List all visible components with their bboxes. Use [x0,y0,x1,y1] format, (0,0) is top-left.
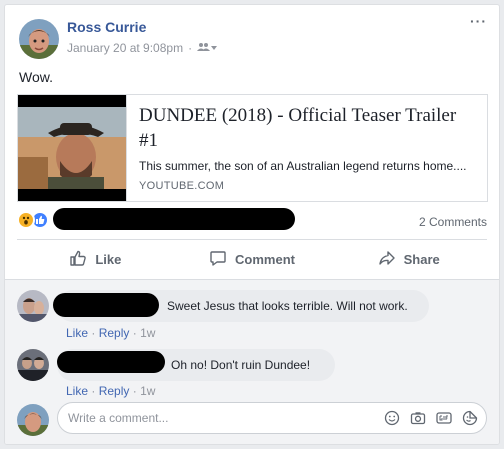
reactions-summary[interactable] [17,211,49,229]
share-icon [378,249,396,270]
thumbs-up-icon [69,249,87,270]
link-description: This summer, the son of an Australian le… [139,159,467,173]
comment-button[interactable]: Comment [174,243,331,275]
comment-text: Sweet Jesus that looks terrible. Will no… [167,299,408,313]
divider [17,239,487,240]
post-meta: January 20 at 9:08pm · [67,41,218,55]
comment-label: Comment [235,251,295,267]
gif-icon[interactable] [436,410,452,426]
author-avatar[interactable] [19,19,59,59]
comment-actions: Like · Reply · 1w [66,384,155,398]
wow-reaction-icon [17,211,35,229]
video-thumbnail[interactable] [18,95,126,201]
comment-time[interactable]: 1w [140,326,155,340]
post-text: Wow. [19,69,53,85]
comments-section: Sweet Jesus that looks terrible. Will no… [5,279,499,444]
link-domain: YOUTUBE.COM [139,180,225,192]
link-preview[interactable]: DUNDEE (2018) - Official Teaser Trailer … [17,94,488,202]
comment-like-link[interactable]: Like [66,326,88,340]
meta-separator: · [188,41,193,55]
post-timestamp[interactable]: January 20 at 9:08pm [67,41,183,55]
comment-input-placeholder: Write a comment... [68,411,169,425]
like-label: Like [95,251,122,267]
separator: · [91,326,96,340]
current-user-avatar[interactable] [17,404,49,436]
post-actions: Like Comment Share [17,243,487,275]
emoji-icon[interactable] [384,410,400,426]
commenter-avatar[interactable] [17,290,49,322]
comment-reply-link[interactable]: Reply [99,384,130,398]
link-title[interactable]: DUNDEE (2018) - Official Teaser Trailer … [139,103,477,153]
sticker-icon[interactable] [462,410,478,426]
like-button[interactable]: Like [17,243,174,275]
author-name[interactable]: Ross Currie [67,19,146,35]
commenter-avatar[interactable] [17,349,49,381]
comment-like-link[interactable]: Like [66,384,88,398]
comments-count[interactable]: 2 Comments [419,215,487,229]
comment-actions: Like · Reply · 1w [66,326,155,340]
redacted-names [53,208,295,230]
camera-icon[interactable] [410,410,426,426]
comment-input[interactable]: Write a comment... [57,402,487,434]
comment-reply-link[interactable]: Reply [99,326,130,340]
composer-icons [384,410,478,426]
separator: · [132,384,137,398]
comment-time[interactable]: 1w [140,384,155,398]
link-body: DUNDEE (2018) - Official Teaser Trailer … [126,95,487,201]
friends-icon[interactable] [197,41,218,55]
comment-text: Oh no! Don't ruin Dundee! [171,358,311,372]
redacted-commenter-name [53,293,159,317]
post-card: Ross Currie January 20 at 9:08pm · ··· W… [4,4,500,445]
share-label: Share [403,251,440,267]
separator: · [132,326,137,340]
more-options-icon[interactable]: ··· [470,13,487,29]
comment-icon [209,249,227,270]
redacted-commenter-name [57,351,165,373]
share-button[interactable]: Share [330,243,487,275]
separator: · [91,384,96,398]
